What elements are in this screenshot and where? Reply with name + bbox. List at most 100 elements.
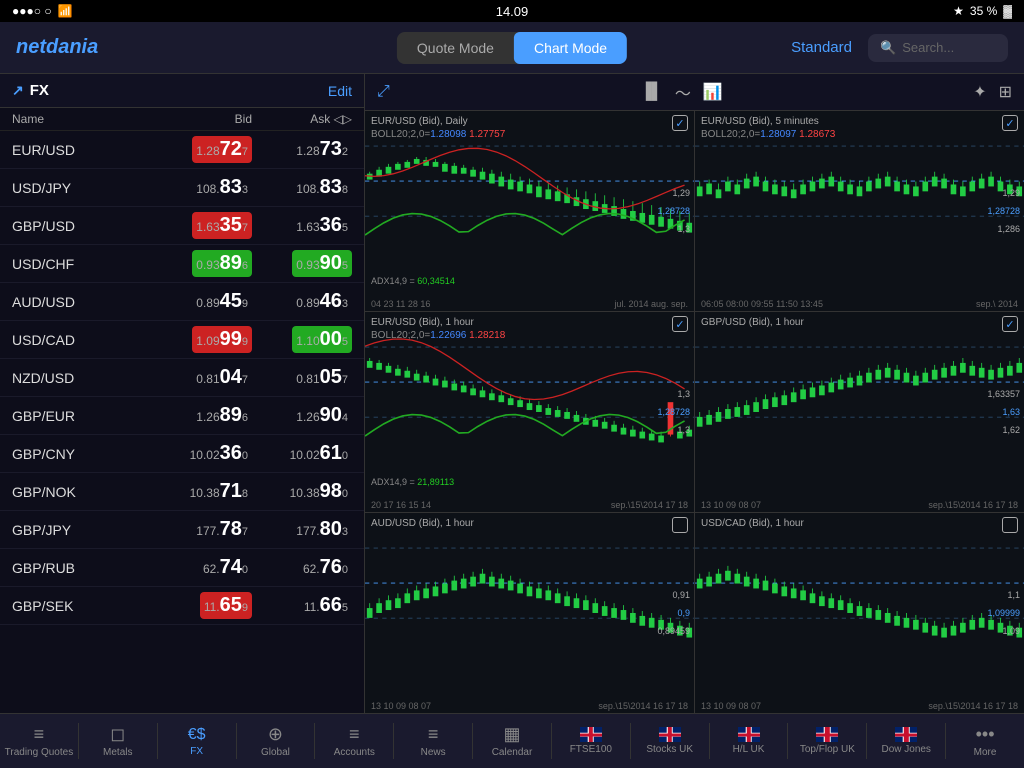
- pin-icon[interactable]: ✦: [973, 82, 986, 102]
- tab-item-stocks-uk[interactable]: Stocks UK: [631, 714, 709, 768]
- chart-checkbox[interactable]: [672, 316, 688, 332]
- quote-row[interactable]: USD/JPY 108.833 108.838: [0, 169, 364, 207]
- search-box[interactable]: 🔍 Search...: [868, 34, 1008, 62]
- tab-item-fx[interactable]: €$ FX: [158, 714, 236, 768]
- quote-bid: 1.26896: [152, 402, 252, 429]
- search-icon: 🔍: [880, 40, 896, 56]
- quote-row[interactable]: AUD/USD 0.89459 0.89463: [0, 283, 364, 321]
- quote-bid: 10.02360: [152, 440, 252, 467]
- quote-name: NZD/USD: [12, 370, 152, 386]
- chart-dates: 13 10 09 08 07 sep.\15\2014 16 17 18: [701, 701, 1018, 711]
- col-ask: Ask ◁▷: [252, 112, 352, 126]
- quote-name: GBP/RUB: [12, 560, 152, 576]
- tab-item-trading-quotes[interactable]: ≡ Trading Quotes: [0, 714, 78, 768]
- chart-price-right: 1,63357 1,63 1,62: [987, 389, 1020, 435]
- logo: netdania: [16, 36, 98, 59]
- fx-arrow-icon: ↗: [12, 82, 24, 99]
- tab-item-topflop-uk[interactable]: Top/Flop UK: [788, 714, 866, 768]
- expand-icon[interactable]: ⤢: [377, 83, 390, 101]
- quote-row[interactable]: GBP/EUR 1.26896 1.26904: [0, 397, 364, 435]
- chart-dates: 13 10 09 08 07 sep.\15\2014 16 17 18: [371, 701, 688, 711]
- quote-name: USD/CAD: [12, 332, 152, 348]
- quote-row[interactable]: GBP/RUB 62.740 62.760: [0, 549, 364, 587]
- quote-ask: 0.81057: [252, 364, 352, 391]
- chart-checkbox[interactable]: [1002, 517, 1018, 533]
- tab-label-trading-quotes: Trading Quotes: [5, 747, 74, 758]
- chart-checkbox[interactable]: [672, 115, 688, 131]
- edit-button[interactable]: Edit: [328, 83, 352, 99]
- chart-dates: 20 17 16 15 14 sep.\15\2014 17 18: [371, 500, 688, 510]
- tab-item-ftse100[interactable]: FTSE100: [552, 714, 630, 768]
- quote-name: USD/CHF: [12, 256, 152, 272]
- chart-mode-button[interactable]: Chart Mode: [514, 32, 627, 64]
- tab-item-metals[interactable]: ◻ Metals: [79, 714, 157, 768]
- candle-chart-icon[interactable]: 📊: [703, 82, 723, 102]
- chart-label: EUR/USD (Bid), DailyBOLL20;2,0=1.28098 1…: [371, 115, 505, 141]
- quote-row[interactable]: USD/CAD 1.09999 1.10005: [0, 321, 364, 359]
- tab-item-dow-jones[interactable]: Dow Jones: [867, 714, 945, 768]
- chart-checkbox[interactable]: [672, 517, 688, 533]
- search-placeholder: Search...: [902, 40, 954, 55]
- chart-checkbox[interactable]: [1002, 316, 1018, 332]
- charts-grid: EUR/USD (Bid), DailyBOLL20;2,0=1.28098 1…: [365, 111, 1024, 713]
- quote-name: EUR/USD: [12, 142, 152, 158]
- tab-bar: ≡ Trading Quotes ◻ Metals €$ FX ⊕ Global…: [0, 713, 1024, 768]
- chart-label: GBP/USD (Bid), 1 hour: [701, 316, 804, 329]
- fx-label: ↗ FX: [12, 82, 328, 99]
- quote-mode-button[interactable]: Quote Mode: [397, 32, 514, 64]
- status-left: ●●●○ ○ 📶: [12, 4, 73, 18]
- quote-row[interactable]: GBP/NOK 10.38718 10.38980: [0, 473, 364, 511]
- chart-price-right: 0,91 0,9 0,89459: [657, 590, 690, 636]
- tab-item-calendar[interactable]: ▦ Calendar: [473, 714, 551, 768]
- tab-icon-accounts: ≡: [349, 724, 360, 745]
- tab-item-global[interactable]: ⊕ Global: [237, 714, 315, 768]
- chart-cell-chart4[interactable]: GBP/USD (Bid), 1 hour 1,63357 1,63 1,62 …: [695, 312, 1024, 512]
- mode-buttons: Quote Mode Chart Mode: [397, 32, 627, 64]
- tab-item-accounts[interactable]: ≡ Accounts: [315, 714, 393, 768]
- quote-bid: 0.93896: [152, 250, 252, 277]
- chart-cell-chart1[interactable]: EUR/USD (Bid), DailyBOLL20;2,0=1.28098 1…: [365, 111, 694, 311]
- tab-icon-trading-quotes: ≡: [34, 724, 45, 745]
- standard-button[interactable]: Standard: [791, 39, 852, 56]
- bar-chart-icon[interactable]: ▐▌: [640, 83, 663, 101]
- chart-cell-chart3[interactable]: EUR/USD (Bid), 1 hourBOLL20;2,0=1.22696 …: [365, 312, 694, 512]
- table-header: Name Bid Ask ◁▷: [0, 108, 364, 131]
- tab-item-news[interactable]: ≡ News: [394, 714, 472, 768]
- tab-label-topflop-uk: Top/Flop UK: [800, 744, 855, 755]
- left-header: ↗ FX Edit: [0, 74, 364, 108]
- left-panel: ↗ FX Edit Name Bid Ask ◁▷ EUR/USD 1.2872…: [0, 74, 365, 713]
- tab-icon-more: •••: [976, 724, 995, 745]
- tab-item-more[interactable]: ••• More: [946, 714, 1024, 768]
- grid-icon[interactable]: ⊞: [999, 82, 1012, 102]
- quote-bid: 108.833: [152, 174, 252, 201]
- chart-label: EUR/USD (Bid), 1 hourBOLL20;2,0=1.22696 …: [371, 316, 505, 342]
- chart-price-right: 1,29 1,28728 1,3: [657, 188, 690, 234]
- quote-row[interactable]: GBP/SEK 11.659 11.665: [0, 587, 364, 625]
- quote-ask: 1.63365: [252, 212, 352, 239]
- quote-row[interactable]: GBP/CNY 10.02360 10.02610: [0, 435, 364, 473]
- status-right: ★ 35 % ▓: [953, 4, 1012, 18]
- chart-cell-chart5[interactable]: AUD/USD (Bid), 1 hour 0,91 0,9 0,89459 1…: [365, 513, 694, 713]
- fx-title: FX: [30, 82, 49, 99]
- quote-name: GBP/NOK: [12, 484, 152, 500]
- chart-price-right: 1,3 1,28728 1,3: [657, 389, 690, 435]
- quote-row[interactable]: EUR/USD 1.28727 1.28732: [0, 131, 364, 169]
- main-layout: ↗ FX Edit Name Bid Ask ◁▷ EUR/USD 1.2872…: [0, 74, 1024, 713]
- quote-bid: 10.38718: [152, 478, 252, 505]
- chart-dates: 13 10 09 08 07 sep.\15\2014 16 17 18: [701, 500, 1018, 510]
- quote-ask: 10.02610: [252, 440, 352, 467]
- quotes-list: EUR/USD 1.28727 1.28732 USD/JPY 108.833 …: [0, 131, 364, 625]
- quote-row[interactable]: NZD/USD 0.81047 0.81057: [0, 359, 364, 397]
- quote-ask: 0.89463: [252, 288, 352, 315]
- quote-row[interactable]: GBP/USD 1.63357 1.63365: [0, 207, 364, 245]
- chart-checkbox[interactable]: [1002, 115, 1018, 131]
- tab-item-hl-uk[interactable]: H/L UK: [710, 714, 788, 768]
- quote-bid: 62.740: [152, 554, 252, 581]
- quote-row[interactable]: GBP/JPY 177.787 177.803: [0, 511, 364, 549]
- chart-cell-chart6[interactable]: USD/CAD (Bid), 1 hour 1,1 1,09999 1,09 1…: [695, 513, 1024, 713]
- col-name: Name: [12, 112, 152, 126]
- line-chart-icon[interactable]: 〜: [675, 80, 691, 104]
- chart-cell-chart2[interactable]: EUR/USD (Bid), 5 minutesBOLL20;2,0=1.280…: [695, 111, 1024, 311]
- chart-dates: 04 23 11 28 16 jul. 2014 aug. sep.: [371, 299, 688, 309]
- quote-row[interactable]: USD/CHF 0.93896 0.93905: [0, 245, 364, 283]
